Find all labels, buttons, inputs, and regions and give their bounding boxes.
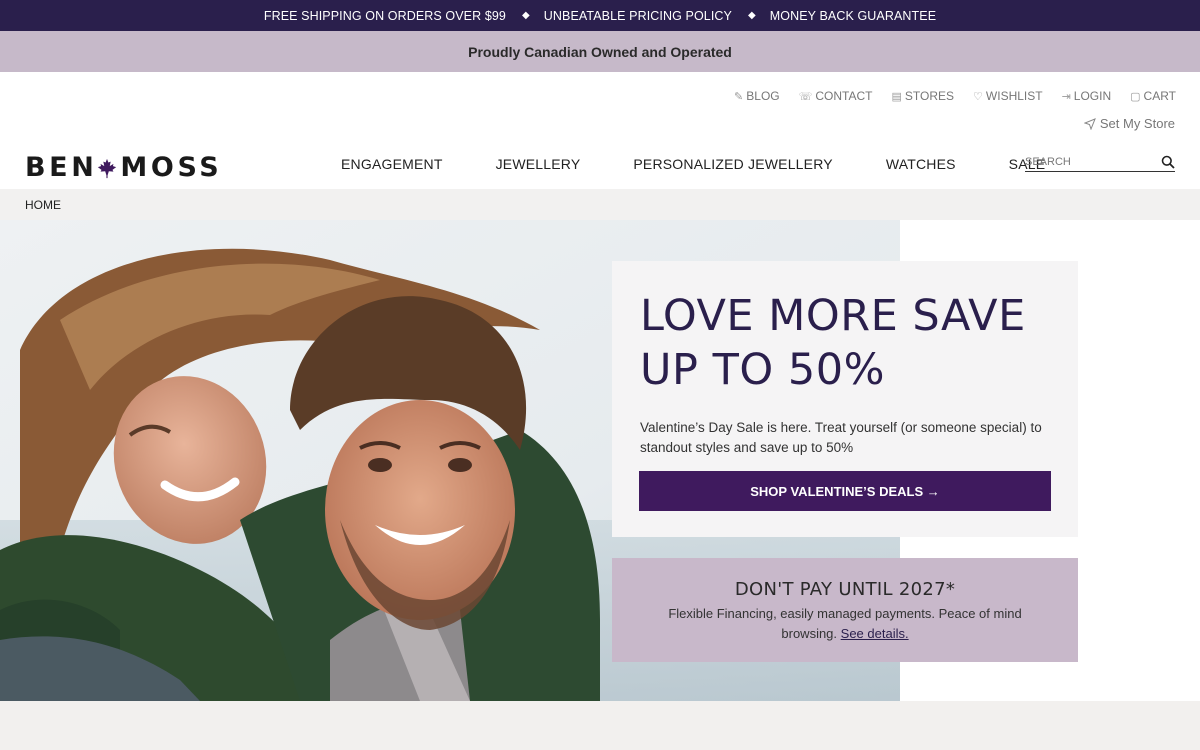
shop-valentines-deals-button[interactable]: SHOP VALENTINE’S DEALS → <box>639 471 1051 511</box>
nav-jewellery[interactable]: JEWELLERY <box>496 156 581 172</box>
wishlist-link[interactable]: ♡ WISHLIST <box>973 89 1043 103</box>
promo-free-shipping: FREE SHIPPING ON ORDERS OVER $99 <box>263 8 506 23</box>
blog-link[interactable]: ✎ BLOG <box>734 89 780 103</box>
main-nav: ENGAGEMENT JEWELLERY PERSONALIZED JEWELL… <box>341 156 1045 172</box>
utility-nav: ✎ BLOG ☏ CONTACT ▤ STORES ♡ WISHLIST ⇥ LOGIN … <box>734 89 1176 103</box>
canadian-banner: Proudly Canadian Owned and Operated <box>0 31 1200 72</box>
promo-pricing-policy: UNBEATABLE PRICING POLICY <box>543 8 732 23</box>
promo-body: Valentine’s Day Sale is here. Treat your… <box>640 420 1042 455</box>
wishlist-label: WISHLIST <box>985 89 1043 103</box>
financing-text: Flexible Financing, easily managed payme… <box>612 604 1078 644</box>
see-details-link[interactable]: See details. <box>841 626 909 641</box>
cart-link[interactable]: ▢ CART <box>1130 89 1176 103</box>
promo-heading: LOVE MORE SAVE UP TO 50% <box>640 289 1070 397</box>
login-icon: ⇥ <box>1061 90 1071 103</box>
nav-personalized-jewellery[interactable]: PERSONALIZED JEWELLERY <box>633 156 832 172</box>
cart-label: CART <box>1143 89 1176 103</box>
maple-leaf-icon <box>98 158 117 178</box>
promo-money-back: MONEY BACK GUARANTEE <box>769 8 937 23</box>
hero-section: LOVE MORE SAVE UP TO 50% Valentine’s Day… <box>0 220 1200 701</box>
search-icon[interactable] <box>1161 155 1175 169</box>
breadcrumb-home[interactable]: HOME <box>25 198 61 212</box>
stores-label: STORES <box>904 89 955 103</box>
ben-moss-logo[interactable]: BEN MOSS <box>25 152 222 183</box>
search-input[interactable] <box>1025 155 1145 168</box>
diamond-icon: ◆ <box>521 10 530 21</box>
contact-link[interactable]: ☏ CONTACT <box>799 89 873 103</box>
financing-line2-prefix: browsing. <box>781 626 838 641</box>
diamond-icon: ◆ <box>747 10 756 21</box>
store-icon: ▤ <box>891 90 902 103</box>
promo-heading-line1: LOVE MORE SAVE <box>640 291 1026 341</box>
canadian-banner-text: Proudly Canadian Owned and Operated <box>468 43 732 60</box>
logo-text-right: MOSS <box>120 152 223 183</box>
blog-icon: ✎ <box>734 90 744 103</box>
stores-link[interactable]: ▤ STORES <box>892 89 955 103</box>
login-label: LOGIN <box>1073 89 1112 103</box>
location-arrow-icon <box>1083 117 1096 130</box>
nav-engagement[interactable]: ENGAGEMENT <box>341 156 443 172</box>
financing-line1: Flexible Financing, easily managed payme… <box>668 606 1022 621</box>
bottom-band <box>0 701 1200 750</box>
blog-label: BLOG <box>746 89 780 103</box>
set-my-store-label: Set My Store <box>1099 116 1175 131</box>
heart-icon: ♡ <box>973 90 983 103</box>
logo-text-left: BEN <box>25 152 98 183</box>
login-link[interactable]: ⇥ LOGIN <box>1062 89 1112 103</box>
promo-heading-line2: UP TO 50% <box>640 345 885 395</box>
search-box <box>1025 152 1175 172</box>
financing-box: DON'T PAY UNTIL 2027* Flexible Financing… <box>612 558 1078 662</box>
contact-label: CONTACT <box>815 89 873 103</box>
financing-heading: DON'T PAY UNTIL 2027* <box>734 579 956 600</box>
shopping-bag-icon: ▢ <box>1130 90 1141 103</box>
breadcrumb: HOME <box>0 189 1200 220</box>
set-my-store-link[interactable]: Set My Store <box>1083 116 1175 131</box>
nav-watches[interactable]: WATCHES <box>886 156 956 172</box>
sale-promo-box: LOVE MORE SAVE UP TO 50% Valentine’s Day… <box>612 261 1078 537</box>
promo-topbar: FREE SHIPPING ON ORDERS OVER $99 ◆ UNBEA… <box>0 0 1200 31</box>
site-header: ✎ BLOG ☏ CONTACT ▤ STORES ♡ WISHLIST ⇥ LOGIN … <box>0 72 1200 189</box>
contact-icon: ☏ <box>798 90 813 103</box>
